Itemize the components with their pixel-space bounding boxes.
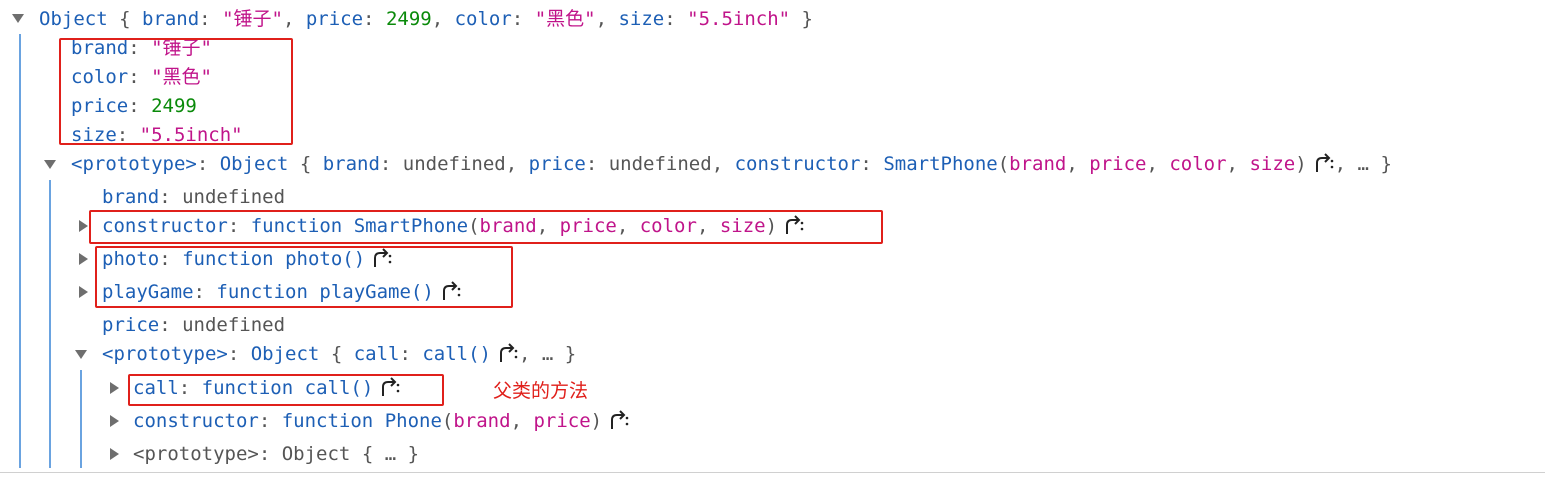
prototype-phone-summary[interactable]: <prototype>: Object { call: call(), … } [102, 339, 576, 369]
proto-phone-constructor[interactable]: constructor: function Phone(brand, price… [133, 406, 630, 436]
indent-guide-root [19, 34, 21, 468]
expand-toggle-icon[interactable] [12, 14, 24, 23]
expand-toggle-icon[interactable] [79, 253, 88, 265]
jump-to-definition-icon[interactable] [608, 409, 630, 431]
expand-toggle-icon[interactable] [110, 382, 119, 394]
proto-brand: brand: undefined [102, 186, 286, 208]
root-label: Object [39, 8, 108, 30]
indent-guide-proto2 [80, 370, 82, 468]
jump-to-definition-icon[interactable] [1313, 152, 1335, 174]
proto-price: price: undefined [102, 314, 286, 336]
expand-toggle-icon[interactable] [110, 448, 119, 460]
panel-bottom-border [0, 472, 1545, 473]
highlight-methods [95, 246, 513, 308]
prototype-object-collapsed[interactable]: <prototype>: Object { … } [133, 439, 419, 469]
expand-toggle-icon[interactable] [79, 220, 88, 232]
highlight-call [128, 374, 444, 406]
prototype-smartphone-summary[interactable]: <prototype>: Object { brand: undefined, … [71, 149, 1392, 179]
expand-toggle-icon[interactable] [75, 350, 87, 359]
expand-toggle-icon[interactable] [110, 415, 119, 427]
expand-toggle-icon[interactable] [79, 286, 88, 298]
expand-toggle-icon[interactable] [44, 160, 56, 169]
jump-to-definition-icon[interactable] [497, 342, 519, 364]
root-object-summary[interactable]: Object { brand: "锤子", price: 2499, color… [39, 4, 813, 34]
highlight-own-props [59, 38, 293, 145]
indent-guide-proto1 [49, 180, 51, 468]
annotation-parent-method: 父类的方法 [493, 380, 589, 402]
highlight-constructor [89, 210, 883, 244]
